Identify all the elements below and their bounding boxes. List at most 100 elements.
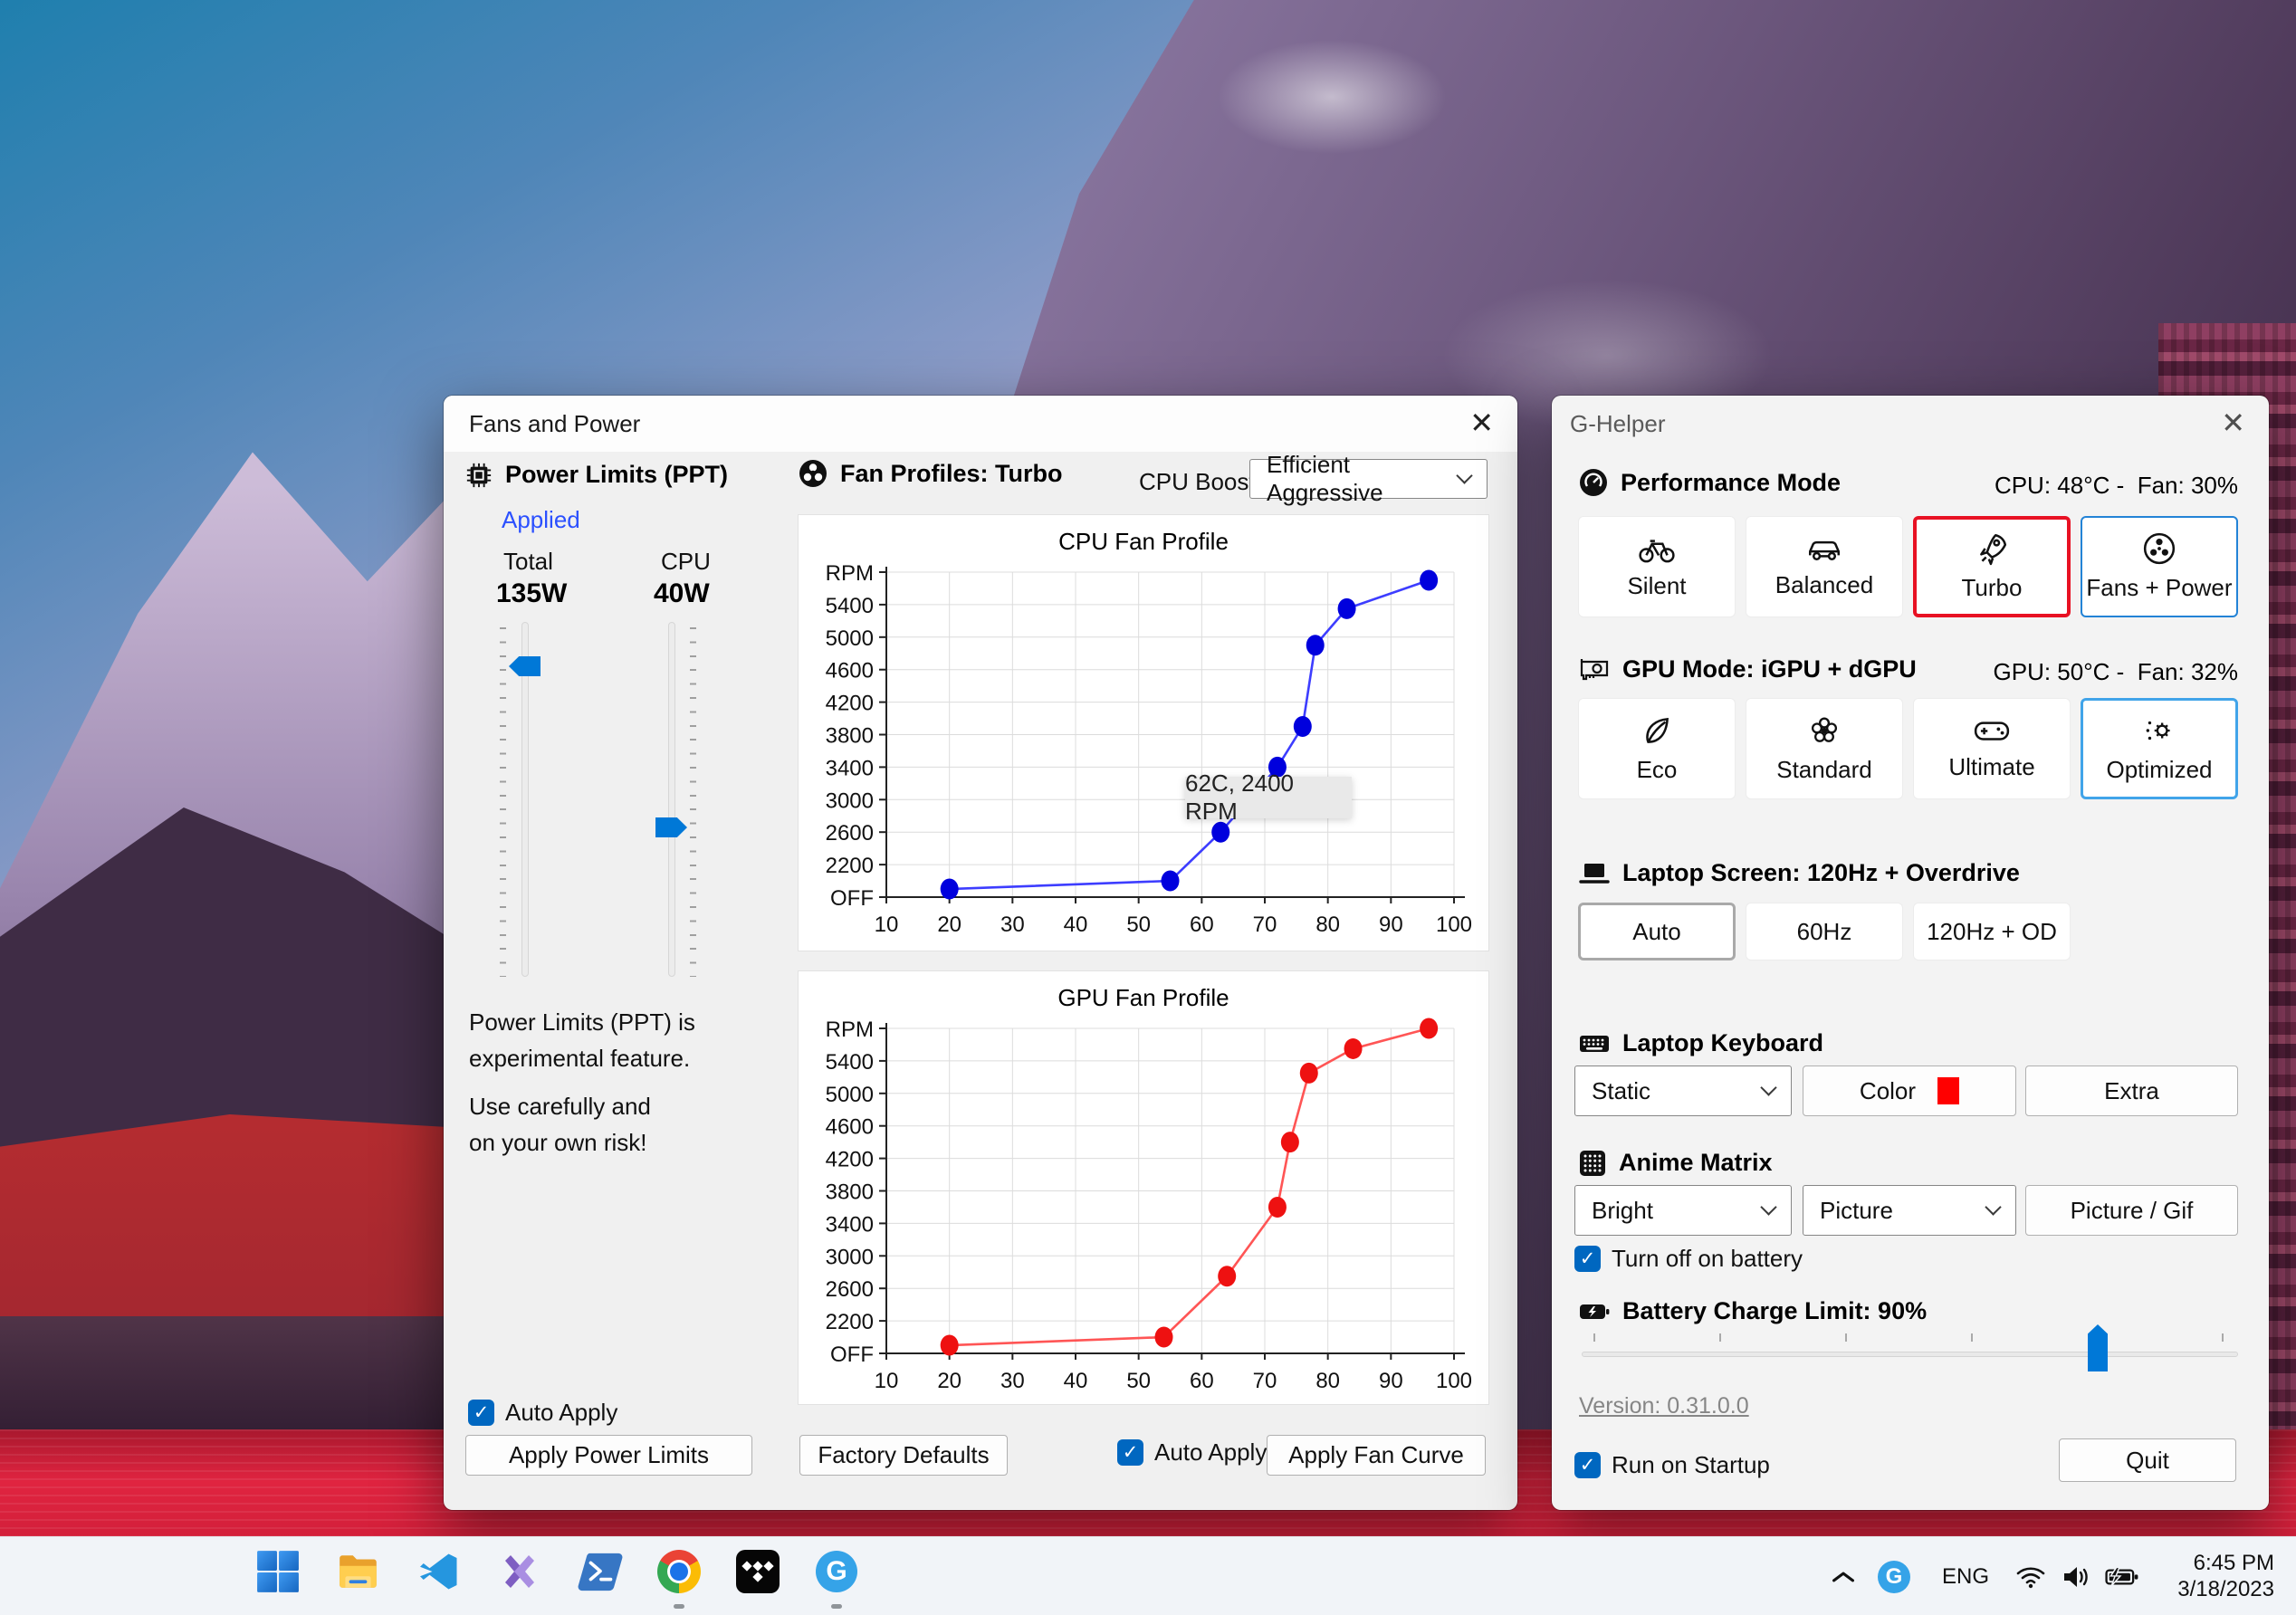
chrome-icon[interactable]	[650, 1543, 708, 1601]
windows-logo-icon	[257, 1551, 299, 1592]
svg-text:100: 100	[1436, 1369, 1472, 1393]
gpu-fan-chart[interactable]: RPM 5400 5000 4600 4200 3800 3400 3000 2600 2200 O…	[798, 970, 1489, 1405]
keyboard-mode-value: Static	[1592, 1076, 1651, 1104]
powershell-icon[interactable]	[571, 1543, 629, 1601]
screen-120hz-od-button[interactable]: 120Hz + OD	[1913, 903, 2071, 960]
cpu-boost-label: CPU Boost	[1139, 468, 1256, 495]
factory-defaults-button[interactable]: Factory Defaults	[799, 1435, 1008, 1476]
turn-off-on-battery-checkbox[interactable]: Turn off on battery	[1574, 1245, 1803, 1273]
fans-window-titlebar[interactable]: Fans and Power ✕	[444, 396, 1517, 452]
button-label: Silent	[1627, 572, 1687, 599]
checkbox-checked-icon[interactable]	[1117, 1439, 1143, 1466]
file-explorer-icon[interactable]	[330, 1543, 387, 1601]
cpu-fan-curve-plot[interactable]: RPM 5400 5000 4600 4200 3800 3400 3000 2600 2200 O…	[799, 515, 1490, 951]
fan-curve-point[interactable]	[1268, 1196, 1287, 1218]
performance-turbo-button[interactable]: Turbo	[1913, 516, 2071, 617]
close-icon[interactable]: ✕	[2221, 408, 2245, 437]
button-label: Eco	[1636, 756, 1678, 783]
svg-text:50: 50	[1126, 913, 1151, 937]
screen-auto-button[interactable]: Auto	[1578, 903, 1736, 960]
keyboard-extra-button[interactable]: Extra	[2025, 1066, 2238, 1116]
fan-curve-point[interactable]	[1420, 569, 1439, 591]
svg-text:90: 90	[1379, 913, 1403, 937]
svg-text:2600: 2600	[826, 821, 874, 846]
svg-text:3800: 3800	[826, 724, 874, 749]
battery-limit-slider-thumb[interactable]	[2088, 1324, 2108, 1371]
button-label: 120Hz + OD	[1927, 917, 2057, 945]
run-on-startup-checkbox[interactable]: Run on Startup	[1574, 1451, 1770, 1479]
performance-balanced-button[interactable]: Balanced	[1746, 516, 1903, 617]
cpu-power-slider-thumb[interactable]	[655, 817, 687, 837]
gpu-eco-button[interactable]: Eco	[1578, 698, 1736, 799]
matrix-content-dropdown[interactable]: Picture	[1803, 1185, 2016, 1236]
fan-curve-point[interactable]	[1420, 1018, 1439, 1039]
svg-text:4200: 4200	[826, 692, 874, 716]
laptop-screen-header: Laptop Screen: 120Hz + Overdrive	[1579, 859, 2020, 887]
fan-curve-point[interactable]	[1344, 1037, 1363, 1059]
gpu-standard-button[interactable]: Standard	[1746, 698, 1903, 799]
tidal-icon[interactable]	[729, 1543, 787, 1601]
visual-studio-icon[interactable]	[491, 1543, 549, 1601]
fan-curve-point[interactable]	[940, 878, 959, 900]
svg-text:30: 30	[1000, 913, 1025, 937]
svg-text:5400: 5400	[826, 1050, 874, 1075]
tray-language[interactable]: ENG	[1934, 1537, 1997, 1615]
gpu-fan-curve-plot[interactable]: RPM 5400 5000 4600 4200 3800 3400 3000 2600 2200 O…	[799, 971, 1490, 1404]
gpu-ultimate-button[interactable]: Ultimate	[1913, 698, 2071, 799]
svg-text:OFF: OFF	[830, 1343, 874, 1367]
svg-text:70: 70	[1253, 913, 1277, 937]
checkbox-checked-icon[interactable]	[1574, 1452, 1601, 1478]
taskbar-clock[interactable]: 6:45 PM 3/18/2023	[2177, 1537, 2274, 1615]
fan-curve-point[interactable]	[1161, 870, 1180, 892]
battery-limit-slider-track[interactable]	[1582, 1352, 2238, 1357]
fan-curve-point[interactable]	[1299, 1062, 1318, 1084]
apply-fan-curve-button[interactable]: Apply Fan Curve	[1267, 1435, 1486, 1476]
wifi-icon[interactable]	[2008, 1537, 2053, 1615]
vscode-icon[interactable]	[410, 1543, 468, 1601]
leaf-icon	[1646, 717, 1669, 743]
screen-60hz-button[interactable]: 60Hz	[1746, 903, 1903, 960]
tray-chevron-up-icon[interactable]	[1823, 1537, 1863, 1615]
matrix-brightness-dropdown[interactable]: Bright	[1574, 1185, 1792, 1236]
apply-power-limits-button[interactable]: Apply Power Limits	[465, 1435, 752, 1476]
cpu-chip-icon	[466, 463, 492, 487]
gpu-optimized-button[interactable]: Optimized	[2081, 698, 2238, 799]
ppt-warning-note: Power Limits (PPT) is experimental featu…	[469, 1004, 777, 1076]
total-power-slider-thumb[interactable]	[509, 656, 541, 676]
cpu-boost-dropdown[interactable]: Efficient Aggressive	[1249, 451, 1488, 506]
start-button[interactable]	[249, 1543, 307, 1601]
battery-charging-icon[interactable]	[2099, 1537, 2146, 1615]
quit-button[interactable]: Quit	[2059, 1438, 2236, 1482]
volume-icon[interactable]	[2053, 1537, 2099, 1615]
fan-curve-point[interactable]	[1218, 1266, 1237, 1287]
matrix-picture-gif-button[interactable]: Picture / Gif	[2025, 1185, 2238, 1236]
performance-silent-button[interactable]: Silent	[1578, 516, 1736, 617]
checkbox-checked-icon[interactable]	[1574, 1246, 1601, 1272]
cpu-fan-chart[interactable]: RPM 5400 5000 4600 4200 3800 3400 3000 2600 2200 O…	[798, 514, 1489, 951]
svg-text:70: 70	[1253, 1369, 1277, 1393]
fans-window-title: Fans and Power	[469, 409, 641, 437]
fan-curve-point[interactable]	[940, 1334, 959, 1356]
fan-auto-apply-checkbox[interactable]: Auto Apply	[1117, 1438, 1267, 1467]
close-icon[interactable]: ✕	[1469, 408, 1494, 437]
svg-text:3000: 3000	[826, 1245, 874, 1269]
keyboard-color-button[interactable]: Color	[1803, 1066, 2016, 1116]
fan-curve-point[interactable]	[1280, 1132, 1299, 1153]
tray-g-helper-icon[interactable]: G	[1874, 1537, 1914, 1615]
matrix-brightness-value: Bright	[1592, 1196, 1653, 1224]
g-helper-taskbar-icon[interactable]: G	[808, 1543, 866, 1601]
fan-curve-point[interactable]	[1154, 1326, 1173, 1348]
power-auto-apply-checkbox[interactable]: Auto Apply	[468, 1399, 617, 1427]
version-link[interactable]: Version: 0.31.0.0	[1579, 1393, 1749, 1419]
fan-curve-point[interactable]	[1306, 635, 1325, 656]
performance-gauge-icon	[1580, 469, 1607, 496]
checkbox-checked-icon[interactable]	[468, 1400, 494, 1426]
performance-fans-power-button[interactable]: Fans + Power	[2081, 516, 2238, 617]
keyboard-mode-dropdown[interactable]: Static	[1574, 1066, 1792, 1116]
laptop-icon	[1579, 863, 1610, 884]
svg-text:100: 100	[1436, 913, 1472, 937]
cpu-power-slider[interactable]	[668, 622, 675, 977]
fans-and-power-window: Fans and Power ✕ Power Limits (PPT) Appl…	[444, 396, 1517, 1510]
fan-curve-point[interactable]	[1337, 597, 1356, 619]
fan-curve-point[interactable]	[1293, 716, 1312, 738]
